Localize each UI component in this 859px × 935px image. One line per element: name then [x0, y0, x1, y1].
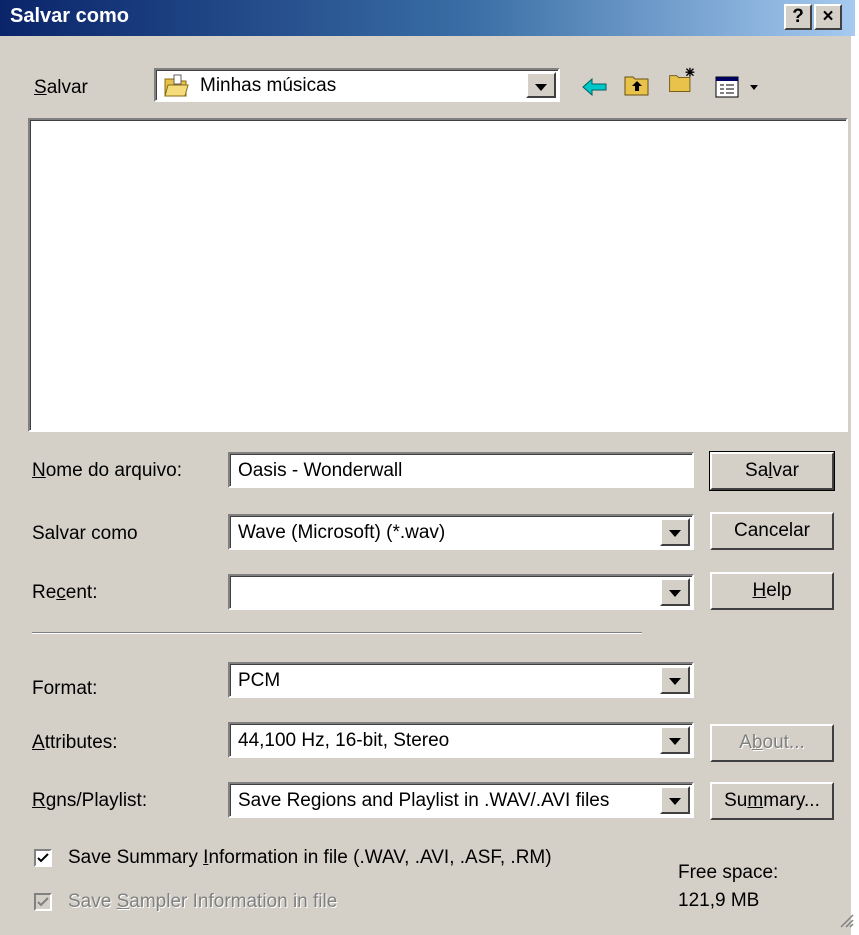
filename-input[interactable]: Oasis - Wonderwall	[228, 452, 694, 488]
attributes-value: 44,100 Hz, 16-bit, Stereo	[238, 730, 450, 751]
save-type-label: Salvar como	[32, 523, 138, 544]
chevron-down-icon	[669, 738, 681, 745]
up-folder-icon[interactable]	[622, 70, 652, 100]
separator	[32, 632, 642, 634]
save-in-dropdown[interactable]: Minhas músicas	[154, 68, 560, 102]
save-in-value: Minhas músicas	[200, 75, 337, 96]
summary-info-checkbox[interactable]	[34, 849, 52, 867]
save-type-dropdown[interactable]: Wave (Microsoft) (*.wav)	[228, 514, 694, 550]
format-dropdown[interactable]: PCM	[228, 662, 694, 698]
checkmark-icon	[37, 853, 49, 863]
save-as-dialog: Salvar como ? × Salvar Minhas músicas No…	[0, 0, 855, 935]
new-folder-icon[interactable]	[667, 66, 697, 96]
chevron-down-icon	[669, 798, 681, 805]
chevron-down-icon	[669, 530, 681, 537]
folder-open-icon	[164, 74, 189, 97]
summary-button[interactable]: Summary...	[710, 782, 834, 820]
recent-dropdown-button[interactable]	[660, 578, 690, 606]
recent-dropdown[interactable]	[228, 574, 694, 610]
recent-label: Recent:	[32, 582, 98, 603]
close-button[interactable]: ×	[814, 4, 842, 30]
file-list[interactable]	[28, 118, 848, 432]
attributes-dropdown[interactable]: 44,100 Hz, 16-bit, Stereo	[228, 722, 694, 758]
regions-value: Save Regions and Playlist in .WAV/.AVI f…	[238, 790, 610, 811]
window-title: Salvar como	[10, 5, 129, 27]
chevron-down-icon	[669, 678, 681, 685]
view-menu-icon[interactable]	[714, 72, 764, 102]
filename-label: Nome do arquivo:	[32, 460, 182, 481]
cancel-button[interactable]: Cancelar	[710, 512, 834, 550]
attributes-dropdown-button[interactable]	[660, 726, 690, 754]
regions-dropdown[interactable]: Save Regions and Playlist in .WAV/.AVI f…	[228, 782, 694, 818]
format-value: PCM	[238, 670, 281, 691]
title-bar[interactable]: Salvar como ? ×	[0, 0, 855, 36]
save-type-dropdown-button[interactable]	[660, 518, 690, 546]
sampler-info-label[interactable]: Save Sampler Information in file	[68, 891, 337, 913]
attributes-label: Attributes:	[32, 732, 118, 753]
save-in-label: Salvar	[34, 77, 88, 98]
free-space-label: Free space:	[678, 862, 779, 883]
format-dropdown-button[interactable]	[660, 666, 690, 694]
free-space-value: 121,9 MB	[678, 890, 760, 911]
sampler-info-checkbox[interactable]	[34, 893, 52, 911]
help-title-button[interactable]: ?	[784, 4, 812, 30]
regions-label: Rgns/Playlist:	[32, 790, 148, 811]
regions-dropdown-button[interactable]	[660, 786, 690, 814]
summary-info-label[interactable]: Save Summary Information in file (.WAV, …	[68, 847, 552, 869]
checkmark-icon	[37, 897, 49, 907]
save-button[interactable]: Salvar	[709, 451, 835, 491]
save-in-dropdown-button[interactable]	[526, 72, 556, 98]
chevron-down-icon	[669, 590, 681, 597]
help-button[interactable]: Help	[710, 572, 834, 610]
save-type-value: Wave (Microsoft) (*.wav)	[238, 522, 446, 543]
back-arrow-icon[interactable]	[580, 72, 610, 102]
resize-grip-icon[interactable]	[838, 912, 854, 928]
format-label: Format:	[32, 678, 98, 699]
filename-value: Oasis - Wonderwall	[238, 460, 403, 481]
chevron-down-icon	[535, 84, 547, 91]
about-button[interactable]: About...	[710, 724, 834, 762]
